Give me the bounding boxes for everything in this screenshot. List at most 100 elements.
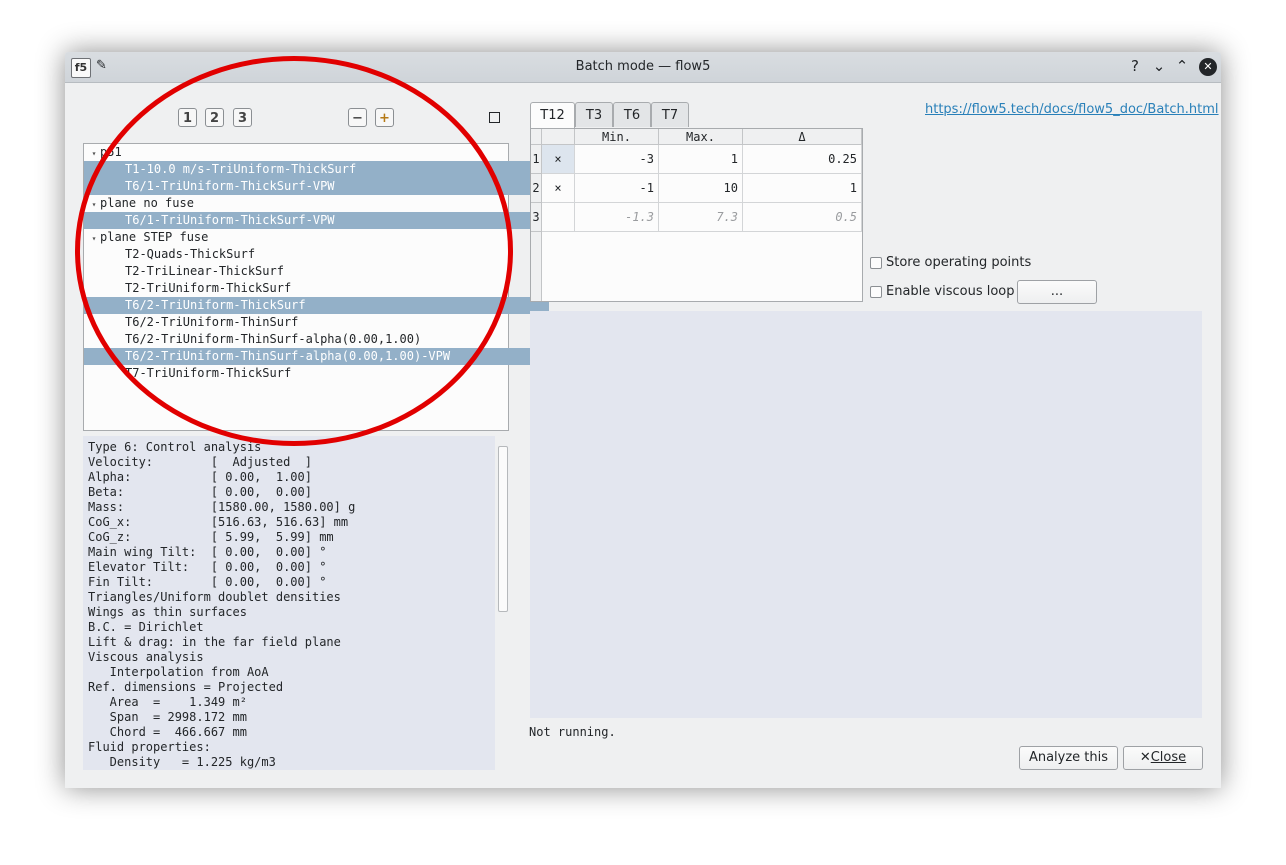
minimize-button[interactable]: ⌄ xyxy=(1150,57,1168,75)
status-text: Not running. xyxy=(529,725,616,739)
tree-item-label: p51 xyxy=(100,145,122,159)
tree-analysis-item[interactable]: T1-10.0 m/s-TriUniform-ThickSurf xyxy=(84,161,549,178)
details-line: Density = 1.225 kg/m3 xyxy=(88,755,276,769)
mark-header xyxy=(542,129,575,145)
details-line: Type 6: Control analysis xyxy=(88,440,262,454)
row-number: 3 xyxy=(531,203,542,232)
tree-item-label: T2-TriUniform-ThickSurf xyxy=(125,281,292,295)
tree-analysis-item[interactable]: T6/1-TriUniform-ThickSurf-VPW xyxy=(84,178,549,195)
analyze-button[interactable]: Analyze this xyxy=(1019,746,1118,770)
scrollbar-thumb[interactable] xyxy=(498,446,508,612)
tree-analysis-item[interactable]: T6/2-TriUniform-ThinSurf-alpha(0.00,1.00… xyxy=(84,348,549,365)
min-cell[interactable]: -3 xyxy=(575,145,659,174)
expand-arrow-icon[interactable]: ▾ xyxy=(88,230,100,247)
store-op-label: Store operating points xyxy=(886,255,1032,270)
details-line: Alpha: [ 0.00, 1.00] xyxy=(88,470,312,484)
batch-2-button[interactable]: 2 xyxy=(205,108,224,127)
details-line: Ref. dimensions = Projected xyxy=(88,680,284,694)
details-line: B.C. = Dirichlet xyxy=(88,620,204,634)
details-line: CoG_z: [ 5.99, 5.99] mm xyxy=(88,530,334,544)
details-line: Lift & drag: in the far field plane xyxy=(88,635,341,649)
tab-t3[interactable]: T3 xyxy=(575,102,613,127)
delta-cell[interactable]: 0.25 xyxy=(743,145,862,174)
tree-analysis-item[interactable]: T2-TriUniform-ThickSurf xyxy=(84,280,549,297)
row-number: 1 xyxy=(531,145,542,174)
tree-item-label: T6/2-TriUniform-ThinSurf-alpha(0.00,1.00… xyxy=(125,349,451,363)
doc-link[interactable]: https://flow5.tech/docs/flow5_doc/Batch.… xyxy=(925,102,1219,117)
row-active-checkbox[interactable]: × xyxy=(542,174,575,203)
batch-1-button[interactable]: 1 xyxy=(178,108,197,127)
viscous-loop-checkbox[interactable] xyxy=(870,286,882,298)
batch-mode-window: f5 ✎ Batch mode — flow5 ? ⌄ ⌃ ✕ 1 2 3 − … xyxy=(65,52,1221,788)
expand-arrow-icon[interactable]: ▾ xyxy=(88,196,100,213)
row-number: 2 xyxy=(531,174,542,203)
output-graph-area xyxy=(530,311,1202,718)
details-line: Interpolation from AoA xyxy=(88,665,269,679)
window-title: Batch mode — flow5 xyxy=(575,59,711,74)
float-panel-icon[interactable] xyxy=(489,112,500,123)
tree-group-item[interactable]: ▾ plane no fuse xyxy=(84,195,512,212)
max-cell[interactable]: 1 xyxy=(659,145,743,174)
details-line: Mass: [1580.00, 1580.00] g xyxy=(88,500,356,514)
tab-t12[interactable]: T12 xyxy=(530,102,575,128)
range-table[interactable]: Min. Max. Δ 1 × -3 1 0.25 2 × -1 10 1 3 … xyxy=(530,128,863,302)
details-line: Elevator Tilt: [ 0.00, 0.00] ° xyxy=(88,560,327,574)
delta-header: Δ xyxy=(743,129,862,145)
tree-analysis-item[interactable]: T2-TriLinear-ThickSurf xyxy=(84,263,549,280)
collapse-button[interactable]: − xyxy=(348,108,367,127)
store-op-checkbox[interactable] xyxy=(870,257,882,269)
tree-item-label: plane STEP fuse xyxy=(100,230,209,244)
tree-item-label: T2-TriLinear-ThickSurf xyxy=(125,264,284,278)
max-cell[interactable]: 7.3 xyxy=(659,203,743,232)
tree-analysis-item[interactable]: T6/2-TriUniform-ThickSurf xyxy=(84,297,549,314)
tab-t7[interactable]: T7 xyxy=(651,102,689,127)
close-button[interactable]: ✕Close xyxy=(1123,746,1203,770)
tab-t6[interactable]: T6 xyxy=(613,102,651,127)
tree-analysis-item[interactable]: T7-TriUniform-ThickSurf xyxy=(84,365,549,382)
details-line: Wings as thin surfaces xyxy=(88,605,247,619)
row-active-checkbox[interactable]: × xyxy=(542,145,575,174)
tree-group-item[interactable]: ▾ p51 xyxy=(84,144,512,161)
viscous-loop-label: Enable viscous loop xyxy=(886,284,1015,299)
close-x-icon: ✕ xyxy=(1139,750,1151,765)
tree-analysis-item[interactable]: T6/2-TriUniform-ThinSurf-alpha(0.00,1.00… xyxy=(84,331,549,348)
details-line: Area = 1.349 m² xyxy=(88,695,247,709)
details-line: Triangles/Uniform doublet densities xyxy=(88,590,341,604)
details-line: Fluid properties: xyxy=(88,740,211,754)
details-line: Main wing Tilt: [ 0.00, 0.00] ° xyxy=(88,545,327,559)
tree-item-label: T7-TriUniform-ThickSurf xyxy=(125,366,292,380)
row-header-filler xyxy=(531,232,542,301)
min-cell[interactable]: -1.3 xyxy=(575,203,659,232)
tree-item-label: T6/2-TriUniform-ThinSurf xyxy=(125,315,299,329)
title-bar: f5 ✎ Batch mode — flow5 ? ⌄ ⌃ ✕ xyxy=(65,52,1221,83)
batch-3-button[interactable]: 3 xyxy=(233,108,252,127)
viscous-settings-button[interactable]: ... xyxy=(1017,280,1097,304)
corner-header xyxy=(531,129,542,145)
details-line: Span = 2998.172 mm xyxy=(88,710,247,724)
maximize-button[interactable]: ⌃ xyxy=(1173,57,1191,75)
expand-arrow-icon[interactable]: ▾ xyxy=(88,145,100,162)
details-line: Fin Tilt: [ 0.00, 0.00] ° xyxy=(88,575,327,589)
min-cell[interactable]: -1 xyxy=(575,174,659,203)
delta-cell[interactable]: 0.5 xyxy=(743,203,862,232)
analysis-details-text: Type 6: Control analysis Velocity: [ Adju… xyxy=(83,436,495,770)
delta-cell[interactable]: 1 xyxy=(743,174,862,203)
tree-group-item[interactable]: ▾ plane STEP fuse xyxy=(84,229,512,246)
help-button[interactable]: ? xyxy=(1126,57,1144,75)
tree-item-label: T2-Quads-ThickSurf xyxy=(125,247,256,261)
details-scrollbar[interactable] xyxy=(496,436,509,770)
tree-item-label: T6/1-TriUniform-ThickSurf-VPW xyxy=(125,213,335,227)
tree-item-label: plane no fuse xyxy=(100,196,194,210)
details-line: CoG_x: [516.63, 516.63] mm xyxy=(88,515,349,529)
min-header: Min. xyxy=(575,129,659,145)
max-cell[interactable]: 10 xyxy=(659,174,743,203)
tree-item-label: T6/1-TriUniform-ThickSurf-VPW xyxy=(125,179,335,193)
tree-analysis-item[interactable]: T6/1-TriUniform-ThickSurf-VPW xyxy=(84,212,549,229)
details-line: Chord = 466.667 mm xyxy=(88,725,247,739)
tree-analysis-item[interactable]: T6/2-TriUniform-ThinSurf xyxy=(84,314,549,331)
window-close-button[interactable]: ✕ xyxy=(1199,58,1217,76)
tree-analysis-item[interactable]: T2-Quads-ThickSurf xyxy=(84,246,549,263)
expand-button[interactable]: + xyxy=(375,108,394,127)
row-active-checkbox[interactable] xyxy=(542,203,575,232)
analysis-tree[interactable]: ▾ p51 T1-10.0 m/s-TriUniform-ThickSurf T6/1… xyxy=(83,143,549,431)
